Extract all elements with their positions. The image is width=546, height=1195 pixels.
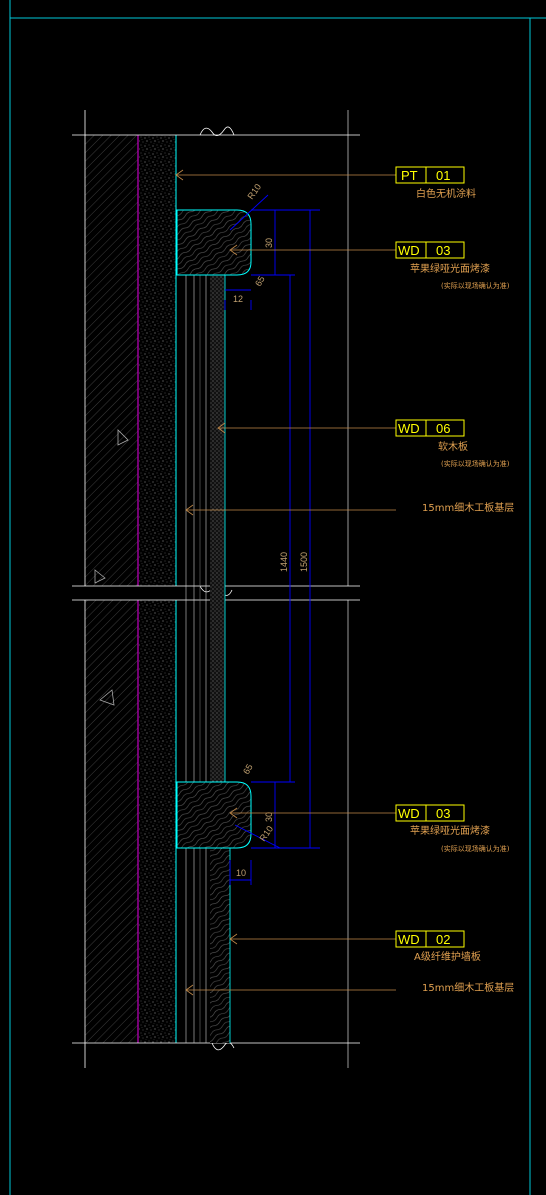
cad-section-drawing: R10 30 65 12 1440 1500 65 30 R10 10 PT 0…	[9, 0, 546, 1195]
substrate-note-upper: 15mm细木工板基层	[422, 501, 514, 514]
tag-code: WD	[398, 421, 420, 436]
dim-top-h: 30	[264, 238, 274, 248]
tag-number: 06	[436, 421, 450, 436]
bottom-break-symbol	[211, 1042, 235, 1051]
tag-code: WD	[398, 932, 420, 947]
tag-note: 苹果绿哑光面烤漆	[410, 824, 490, 837]
tag-number: 01	[436, 168, 450, 183]
tag-number: 03	[436, 806, 450, 821]
substrate-board-layers	[185, 275, 207, 1043]
fiber-wall-panel	[210, 848, 230, 1043]
tag-note: 白色无机涂料	[416, 187, 476, 200]
tag-code: WD	[398, 806, 420, 821]
material-tag-wd03-bottom: WD 03 苹果绿哑光面烤漆 (实际以现场确认为准)	[395, 804, 510, 853]
tag-note: 苹果绿哑光面烤漆	[410, 262, 490, 275]
tag-code: PT	[401, 168, 418, 183]
tag-note: 软木板	[438, 440, 468, 453]
tag-number: 03	[436, 243, 450, 258]
material-tag-wd02: WD 02 A级纤维护墙板	[395, 930, 481, 963]
dim-top-r: R10	[245, 182, 263, 201]
substrate-note-lower: 15mm细木工板基层	[422, 981, 514, 994]
tag-sub-note: (实际以现场确认为准)	[441, 281, 510, 290]
dim-top-gap: 12	[233, 294, 243, 304]
tag-sub-note: (实际以现场确认为准)	[441, 459, 510, 468]
material-tag-pt01: PT 01 白色无机涂料	[395, 166, 476, 200]
dim-top-small: 65	[253, 274, 267, 288]
dim-bot-h: 30	[264, 812, 274, 822]
bottom-rail	[176, 781, 252, 849]
leader-lines	[175, 169, 396, 996]
material-tag-wd03-top: WD 03 苹果绿哑光面烤漆 (实际以现场确认为准)	[395, 241, 510, 290]
tag-sub-note: (实际以现场确认为准)	[441, 844, 510, 853]
dim-bot-gap: 10	[236, 868, 246, 878]
dim-mid-1500: 1500	[299, 552, 309, 572]
dim-bot-small: 65	[241, 762, 255, 776]
cork-board	[210, 275, 225, 782]
tag-code: WD	[398, 243, 420, 258]
dim-mid-1440: 1440	[279, 552, 289, 572]
tag-note: A级纤维护墙板	[414, 950, 481, 963]
top-break-symbol	[199, 126, 235, 136]
material-tag-wd06: WD 06 软木板 (实际以现场确认为准)	[395, 419, 510, 468]
tag-number: 02	[436, 932, 450, 947]
top-rail	[176, 209, 252, 276]
dim-bot-r: R10	[257, 824, 275, 843]
